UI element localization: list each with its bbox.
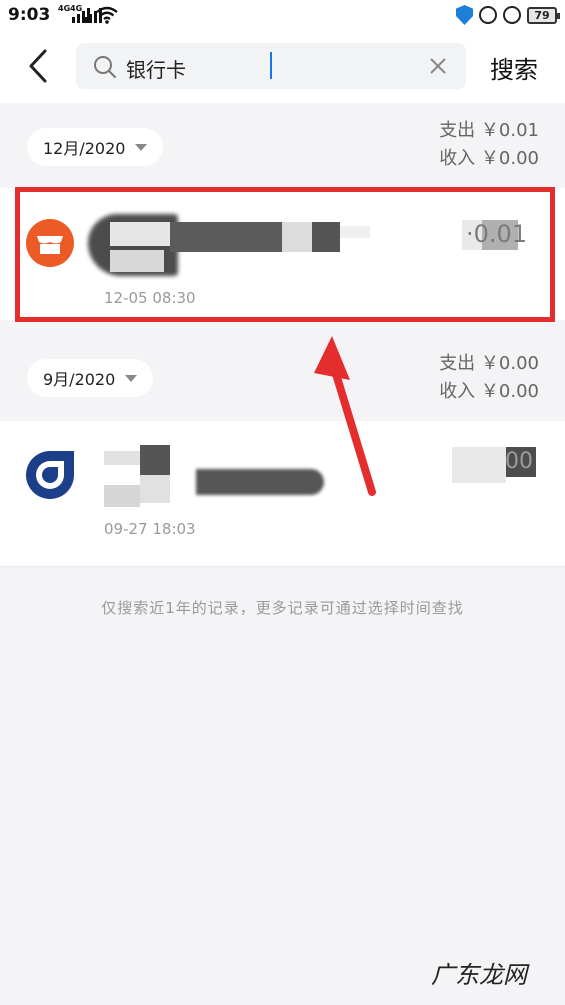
expense-total: 支出 ￥0.01 [439, 120, 539, 141]
month-label: 12月/2020 [43, 139, 126, 158]
redacted-merchant [140, 475, 170, 503]
search-icon [94, 56, 116, 78]
month-totals: 支出 ￥0.01 收入 ￥0.00 [439, 117, 539, 173]
month-filter-dropdown[interactable]: 12月/2020 [27, 128, 164, 166]
month-group-header: 9月/2020 支出 ￥0.00 收入 ￥0.00 [0, 320, 565, 421]
income-total: 收入 ￥0.00 [439, 148, 539, 169]
ccb-bank-icon [26, 451, 74, 499]
search-range-note: 仅搜索近1年的记录，更多记录可通过选择时间查找 [101, 599, 464, 617]
status-bar: 9:03 4G 4G 79 [0, 0, 565, 30]
red-arrow-annotation [314, 336, 376, 496]
search-query[interactable]: 银行卡 [126, 54, 186, 83]
search-button[interactable]: 搜索 [490, 50, 538, 85]
back-button[interactable] [20, 46, 56, 86]
battery-icon: 79 [527, 6, 560, 24]
expense-total: 支出 ￥0.00 [439, 353, 539, 374]
highlight-box [15, 187, 555, 322]
status-time: 9:03 [8, 5, 51, 25]
clear-icon[interactable] [428, 56, 448, 76]
month-totals: 支出 ￥0.00 收入 ￥0.00 [439, 350, 539, 406]
redacted-amount [452, 447, 506, 483]
shield-icon [456, 5, 473, 25]
month-filter-dropdown[interactable]: 9月/2020 [27, 359, 154, 397]
transaction-time: 09-27 18:03 [104, 520, 196, 538]
search-input[interactable]: 银行卡 [76, 43, 466, 89]
month-label: 9月/2020 [43, 370, 116, 389]
wifi-icon [96, 6, 118, 24]
lock-icon [479, 6, 497, 24]
redacted-merchant [196, 469, 324, 495]
search-header: 银行卡 搜索 [0, 30, 565, 103]
amount-visible: 00 [505, 449, 533, 474]
triangle-down-icon [125, 374, 138, 382]
alarm-icon [503, 6, 521, 24]
watermark: 广东龙网 [431, 961, 527, 989]
triangle-down-icon [135, 143, 148, 151]
transaction-row[interactable]: 00 09-27 18:03 [0, 421, 565, 567]
redacted-merchant [140, 445, 170, 475]
income-total: 收入 ￥0.00 [439, 381, 539, 402]
chevron-left-icon [29, 49, 47, 83]
redacted-merchant [104, 485, 140, 507]
month-group-header: 12月/2020 支出 ￥0.01 收入 ￥0.00 [0, 103, 565, 188]
redacted-merchant [104, 451, 140, 465]
text-caret [270, 52, 272, 79]
